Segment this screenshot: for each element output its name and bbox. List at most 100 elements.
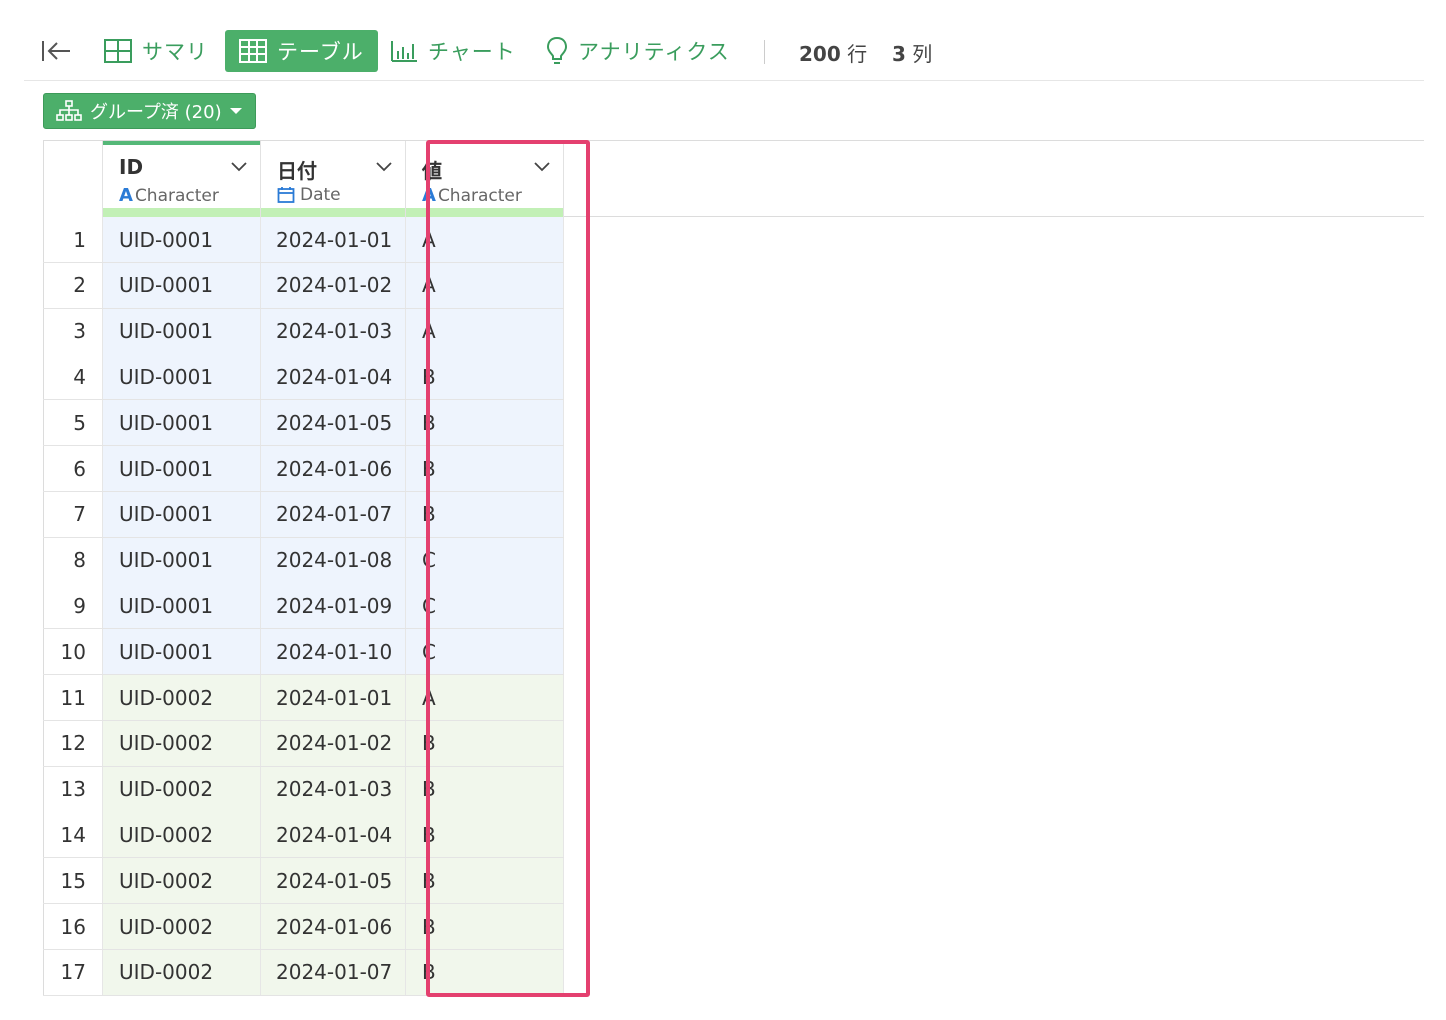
- table-row[interactable]: 9 UID-0001 2024-01-09 C: [43, 583, 564, 630]
- table-row[interactable]: 5 UID-0001 2024-01-05 B: [43, 400, 564, 447]
- cell-id[interactable]: UID-0001: [103, 262, 261, 308]
- column-header-date[interactable]: 日付 Date: [261, 141, 406, 217]
- calendar-icon: [277, 187, 295, 203]
- table-row[interactable]: 14 UID-0002 2024-01-04 B: [43, 812, 564, 859]
- cell-value[interactable]: A: [406, 675, 564, 720]
- cell-date[interactable]: 2024-01-09: [261, 583, 406, 629]
- column-type: A Character: [422, 185, 522, 206]
- tab-analytics[interactable]: アナリティクス: [546, 30, 730, 72]
- cell-id[interactable]: UID-0001: [103, 217, 261, 262]
- table-row[interactable]: 8 UID-0001 2024-01-08 C: [43, 537, 564, 584]
- cell-id[interactable]: UID-0002: [103, 949, 261, 995]
- cell-value[interactable]: C: [406, 629, 564, 675]
- cell-id[interactable]: UID-0001: [103, 629, 261, 675]
- column-type-bar: [103, 208, 260, 217]
- chevron-down-icon[interactable]: [375, 161, 393, 173]
- cell-value[interactable]: B: [406, 491, 564, 537]
- cell-date[interactable]: 2024-01-01: [261, 217, 406, 262]
- cell-id[interactable]: UID-0002: [103, 675, 261, 720]
- cell-id[interactable]: UID-0001: [103, 583, 261, 629]
- row-index: 17: [43, 949, 103, 995]
- row-index: 7: [43, 491, 103, 537]
- cell-value[interactable]: A: [406, 308, 564, 354]
- cell-date[interactable]: 2024-01-06: [261, 446, 406, 491]
- chevron-down-icon[interactable]: [230, 161, 248, 173]
- tab-summary[interactable]: サマリ: [104, 30, 208, 72]
- character-type-icon: A: [119, 185, 133, 206]
- cell-date[interactable]: 2024-01-07: [261, 949, 406, 995]
- cell-value[interactable]: B: [406, 400, 564, 446]
- cell-date[interactable]: 2024-01-04: [261, 812, 406, 858]
- cell-date[interactable]: 2024-01-06: [261, 904, 406, 949]
- cell-value[interactable]: B: [406, 354, 564, 400]
- cell-id[interactable]: UID-0001: [103, 491, 261, 537]
- table-row[interactable]: 4 UID-0001 2024-01-04 B: [43, 354, 564, 401]
- column-type-bar: [406, 208, 563, 217]
- cell-id[interactable]: UID-0002: [103, 904, 261, 949]
- cell-value[interactable]: A: [406, 217, 564, 262]
- row-index: 9: [43, 583, 103, 629]
- table-row[interactable]: 7 UID-0001 2024-01-07 B: [43, 491, 564, 538]
- cell-value[interactable]: B: [406, 812, 564, 858]
- column-header-id[interactable]: ID A Character: [103, 141, 261, 217]
- table-row[interactable]: 16 UID-0002 2024-01-06 B: [43, 904, 564, 950]
- cell-date[interactable]: 2024-01-03: [261, 308, 406, 354]
- cell-date[interactable]: 2024-01-02: [261, 262, 406, 308]
- table-row[interactable]: 2 UID-0001 2024-01-02 A: [43, 262, 564, 309]
- cell-value[interactable]: B: [406, 904, 564, 949]
- table-row[interactable]: 11 UID-0002 2024-01-01 A: [43, 675, 564, 721]
- cell-date[interactable]: 2024-01-02: [261, 720, 406, 766]
- cell-id[interactable]: UID-0001: [103, 400, 261, 446]
- row-index: 6: [43, 446, 103, 491]
- row-index: 12: [43, 720, 103, 766]
- cell-id[interactable]: UID-0001: [103, 446, 261, 491]
- tab-chart-label: チャート: [428, 40, 516, 64]
- cell-date[interactable]: 2024-01-01: [261, 675, 406, 720]
- table-row[interactable]: 10 UID-0001 2024-01-10 C: [43, 629, 564, 676]
- table-row[interactable]: 12 UID-0002 2024-01-02 B: [43, 720, 564, 767]
- cell-id[interactable]: UID-0002: [103, 812, 261, 858]
- cell-date[interactable]: 2024-01-10: [261, 629, 406, 675]
- row-index: 5: [43, 400, 103, 446]
- bar-chart-icon: [391, 41, 417, 62]
- cell-date[interactable]: 2024-01-04: [261, 354, 406, 400]
- cell-value[interactable]: B: [406, 766, 564, 812]
- cell-value[interactable]: B: [406, 720, 564, 766]
- cell-value[interactable]: B: [406, 949, 564, 995]
- cell-date[interactable]: 2024-01-05: [261, 858, 406, 904]
- cell-id[interactable]: UID-0001: [103, 537, 261, 583]
- table-row[interactable]: 3 UID-0001 2024-01-03 A: [43, 308, 564, 355]
- column-type: Date: [277, 185, 341, 205]
- table-row[interactable]: 6 UID-0001 2024-01-06 B: [43, 446, 564, 492]
- cell-id[interactable]: UID-0002: [103, 720, 261, 766]
- header-bottom-border: [564, 216, 1424, 217]
- cell-value[interactable]: B: [406, 858, 564, 904]
- row-index: 11: [43, 675, 103, 720]
- tab-chart[interactable]: チャート: [390, 30, 516, 72]
- caret-down-icon: [229, 108, 242, 114]
- cell-date[interactable]: 2024-01-05: [261, 400, 406, 446]
- collapse-left-icon[interactable]: [40, 38, 72, 64]
- cell-date[interactable]: 2024-01-08: [261, 537, 406, 583]
- table-row[interactable]: 17 UID-0002 2024-01-07 B: [43, 949, 564, 996]
- table-row[interactable]: 15 UID-0002 2024-01-05 B: [43, 858, 564, 905]
- grouped-dropdown-button[interactable]: グループ済 (20): [43, 93, 256, 129]
- cell-value[interactable]: A: [406, 262, 564, 308]
- column-type-label: Date: [300, 185, 341, 205]
- chevron-down-icon[interactable]: [533, 161, 551, 173]
- row-index-header: [43, 141, 103, 217]
- cell-id[interactable]: UID-0001: [103, 354, 261, 400]
- cell-date[interactable]: 2024-01-03: [261, 766, 406, 812]
- tab-table[interactable]: テーブル: [225, 30, 378, 72]
- table-row[interactable]: 1 UID-0001 2024-01-01 A: [43, 217, 564, 263]
- cell-id[interactable]: UID-0002: [103, 766, 261, 812]
- cell-value[interactable]: C: [406, 583, 564, 629]
- cell-id[interactable]: UID-0001: [103, 308, 261, 354]
- table-row[interactable]: 13 UID-0002 2024-01-03 B: [43, 766, 564, 813]
- column-header-value[interactable]: 値 A Character: [406, 141, 564, 217]
- cell-date[interactable]: 2024-01-07: [261, 491, 406, 537]
- cell-value[interactable]: B: [406, 446, 564, 491]
- cell-id[interactable]: UID-0002: [103, 858, 261, 904]
- lightbulb-icon: [546, 36, 568, 64]
- cell-value[interactable]: C: [406, 537, 564, 583]
